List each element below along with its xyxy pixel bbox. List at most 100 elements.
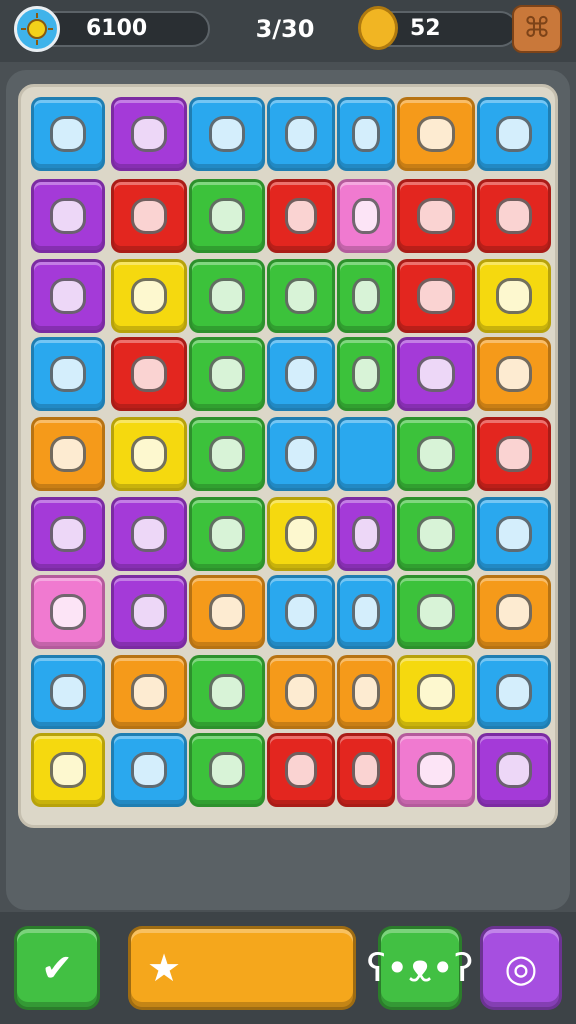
board-tile[interactable] <box>267 259 335 333</box>
board-tile[interactable] <box>189 497 265 571</box>
yellow-bird-icon <box>352 674 380 710</box>
board-tile[interactable] <box>337 97 395 171</box>
red-flower-icon <box>496 116 532 152</box>
board-tile[interactable] <box>111 655 187 729</box>
board-tile[interactable] <box>189 179 265 253</box>
red-fish-icon <box>284 436 318 472</box>
board-tile[interactable] <box>189 655 265 729</box>
board-tile[interactable] <box>477 97 551 171</box>
board-tile[interactable] <box>189 259 265 333</box>
board-tile[interactable] <box>397 497 475 571</box>
board-tile[interactable] <box>111 97 187 171</box>
board-tile[interactable] <box>31 417 105 491</box>
red-heart-icon <box>284 278 318 314</box>
ring-icon <box>496 436 532 472</box>
board-tile[interactable] <box>337 733 395 807</box>
pink-swirl-icon <box>417 674 455 710</box>
board-tile[interactable] <box>477 497 551 571</box>
sun-icon[interactable] <box>14 6 60 52</box>
monkey-face-icon <box>417 594 455 630</box>
board-tile[interactable] <box>267 337 335 411</box>
blue-bird-icon <box>208 594 246 630</box>
board-tile[interactable] <box>337 259 395 333</box>
board-tile[interactable] <box>397 259 475 333</box>
blue-feather-icon <box>352 594 380 630</box>
stairs-icon <box>496 198 532 234</box>
board-tile[interactable] <box>337 337 395 411</box>
board-tile[interactable] <box>397 575 475 649</box>
star-icon: ★ <box>147 946 182 990</box>
box-icon <box>130 436 168 472</box>
board-tile[interactable] <box>477 655 551 729</box>
board-tile[interactable] <box>267 497 335 571</box>
board-tile[interactable] <box>397 337 475 411</box>
board-tile[interactable] <box>189 575 265 649</box>
board-tile[interactable] <box>267 179 335 253</box>
board-tile[interactable] <box>267 733 335 807</box>
green-balloon-icon <box>417 752 455 788</box>
board-tile[interactable] <box>189 733 265 807</box>
board-tile[interactable] <box>111 337 187 411</box>
board-tile[interactable] <box>337 655 395 729</box>
bear-button[interactable]: ʕ•ᴥ•ʔ <box>367 926 473 1010</box>
task-button[interactable]: ✔ <box>14 926 100 1010</box>
board-tile[interactable] <box>189 97 265 171</box>
board-tile[interactable] <box>337 575 395 649</box>
board-tile[interactable] <box>111 733 187 807</box>
board-tile[interactable] <box>477 337 551 411</box>
purple-pen-icon <box>352 516 380 552</box>
board-tile[interactable] <box>397 733 475 807</box>
board-tile[interactable] <box>337 417 395 491</box>
board-tile[interactable] <box>397 97 475 171</box>
board-tile[interactable] <box>477 259 551 333</box>
checkmark-note-icon: ✔ <box>41 946 73 990</box>
board-tile[interactable] <box>189 417 265 491</box>
board-tile[interactable] <box>111 259 187 333</box>
phone-icon <box>208 356 246 392</box>
notepad-icon <box>130 116 168 152</box>
swirl-icon <box>352 116 380 152</box>
board-tile[interactable] <box>267 575 335 649</box>
pin-icon <box>50 436 86 472</box>
yellow-pencil-icon <box>284 594 318 630</box>
board-tile[interactable] <box>111 575 187 649</box>
board-tile[interactable] <box>31 259 105 333</box>
board-tile[interactable] <box>31 655 105 729</box>
board-tile[interactable] <box>397 655 475 729</box>
board-tile[interactable] <box>337 179 395 253</box>
menu-icon: ⌘ <box>523 11 551 44</box>
board-tile[interactable] <box>267 97 335 171</box>
white-envelope-icon <box>352 198 380 234</box>
board-tile[interactable] <box>111 497 187 571</box>
board-tile[interactable] <box>267 417 335 491</box>
compass-button[interactable]: ◎ <box>480 926 562 1010</box>
board-tile[interactable] <box>111 179 187 253</box>
menu-button[interactable]: ⌘ <box>512 5 562 53</box>
board-tile[interactable] <box>477 733 551 807</box>
cat-face-icon <box>208 116 246 152</box>
board-tile[interactable] <box>31 575 105 649</box>
board-tile[interactable] <box>31 97 105 171</box>
board-tile[interactable] <box>31 179 105 253</box>
board-tile[interactable] <box>189 337 265 411</box>
board-tile[interactable] <box>477 575 551 649</box>
board-tile[interactable] <box>477 179 551 253</box>
white-circle-icon <box>130 516 168 552</box>
board-tile[interactable] <box>31 337 105 411</box>
board-tile[interactable] <box>267 655 335 729</box>
coin-icon <box>358 6 398 50</box>
star-booster-button[interactable]: ★ <box>128 926 356 1010</box>
white-face-icon <box>496 674 532 710</box>
board-tile[interactable] <box>31 733 105 807</box>
board-tile[interactable] <box>111 417 187 491</box>
board-tile[interactable] <box>397 179 475 253</box>
lion-face-icon <box>496 594 532 630</box>
pumpkin-face-icon <box>208 436 246 472</box>
board-tile[interactable] <box>337 497 395 571</box>
board-tile[interactable] <box>31 497 105 571</box>
game-board <box>18 84 558 828</box>
board-tile[interactable] <box>477 417 551 491</box>
board-tile[interactable] <box>397 417 475 491</box>
sun-face-icon <box>417 356 455 392</box>
bear-face-icon <box>284 116 318 152</box>
